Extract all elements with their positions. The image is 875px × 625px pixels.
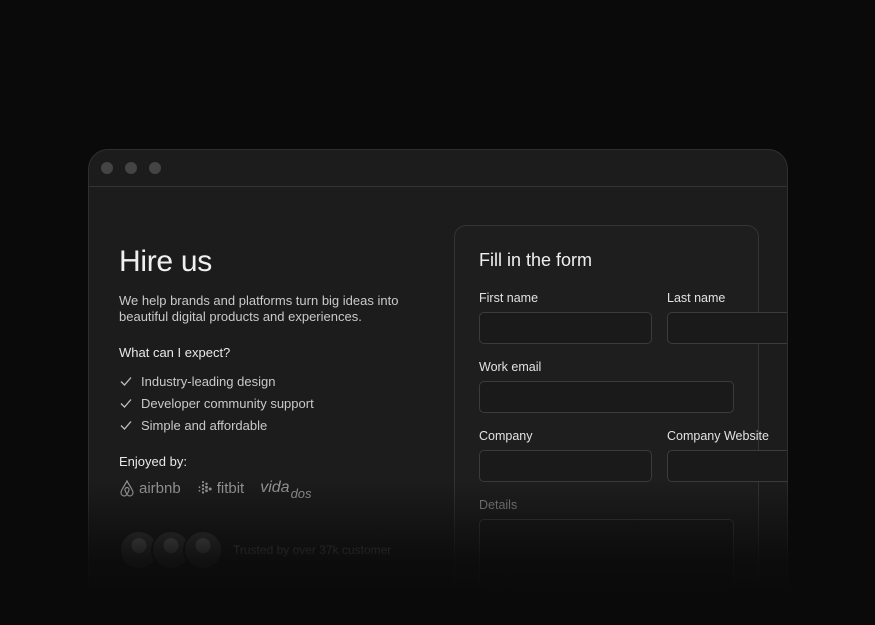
- browser-window: Hire us We help brands and platforms tur…: [88, 149, 788, 625]
- name-row: First name Last name: [479, 291, 787, 344]
- first-name-input[interactable]: [479, 312, 652, 344]
- email-row: Work email: [479, 360, 734, 413]
- check-icon: [120, 377, 132, 386]
- hire-form: Fill in the form First name Last name Wo…: [454, 225, 787, 625]
- expect-list: Industry-leading design Developer commun…: [119, 370, 419, 436]
- list-item: Industry-leading design: [119, 370, 419, 392]
- vidados-logo-sub: dos: [290, 485, 312, 501]
- details-row: Details: [479, 498, 734, 589]
- avatar: [183, 530, 223, 570]
- details-textarea[interactable]: [479, 519, 734, 589]
- check-icon: [120, 399, 132, 408]
- fitbit-logo-icon: [198, 481, 212, 494]
- details-field: Details: [479, 498, 734, 589]
- enjoyed-heading: Enjoyed by:: [119, 454, 187, 469]
- client-logos: airbnb fitbit vida dos: [119, 479, 419, 501]
- vidados-logo-main: vida: [260, 479, 290, 496]
- work-email-input[interactable]: [479, 381, 734, 413]
- list-item: Developer community support: [119, 392, 419, 414]
- window-close-dot[interactable]: [101, 162, 113, 174]
- list-item: Simple and affordable: [119, 414, 419, 436]
- first-name-label: First name: [479, 291, 539, 305]
- expect-heading: What can I expect?: [119, 345, 231, 360]
- last-name-input[interactable]: [667, 312, 787, 344]
- last-name-label: Last name: [667, 291, 726, 305]
- company-website-input[interactable]: [667, 450, 787, 482]
- company-label: Company: [479, 429, 533, 443]
- list-item-label: Developer community support: [141, 395, 314, 411]
- airbnb-logo: airbnb: [119, 479, 181, 497]
- last-name-field: Last name: [667, 291, 787, 344]
- airbnb-logo-icon: [120, 479, 134, 497]
- company-field: Company: [479, 429, 652, 482]
- form-title: Fill in the form: [479, 250, 593, 270]
- page-title: Hire us: [119, 245, 212, 278]
- list-item-label: Industry-leading design: [141, 373, 276, 389]
- first-name-field: First name: [479, 291, 652, 344]
- trusted-badge: Trusted by over 37k customer: [119, 530, 391, 570]
- company-website-label: Company Website: [667, 429, 769, 443]
- window-minimize-dot[interactable]: [125, 162, 137, 174]
- work-email-label: Work email: [479, 360, 542, 374]
- check-icon: [120, 421, 132, 430]
- details-label: Details: [479, 498, 518, 512]
- fitbit-logo-text: fitbit: [216, 479, 245, 497]
- company-row: Company Company Website: [479, 429, 787, 482]
- trusted-text: Trusted by over 37k customer: [233, 543, 392, 557]
- hero-section: Hire us We help brands and platforms tur…: [119, 245, 419, 501]
- list-item-label: Simple and affordable: [141, 417, 268, 433]
- fitbit-logo: fitbit: [197, 479, 245, 497]
- window-titlebar: [89, 150, 787, 187]
- window-maximize-dot[interactable]: [149, 162, 161, 174]
- work-email-field: Work email: [479, 360, 734, 413]
- company-input[interactable]: [479, 450, 652, 482]
- hero-lead: We help brands and platforms turn big id…: [119, 293, 399, 324]
- airbnb-logo-text: airbnb: [139, 479, 181, 497]
- company-website-field: Company Website: [667, 429, 787, 482]
- vidados-logo: vida dos: [260, 479, 311, 501]
